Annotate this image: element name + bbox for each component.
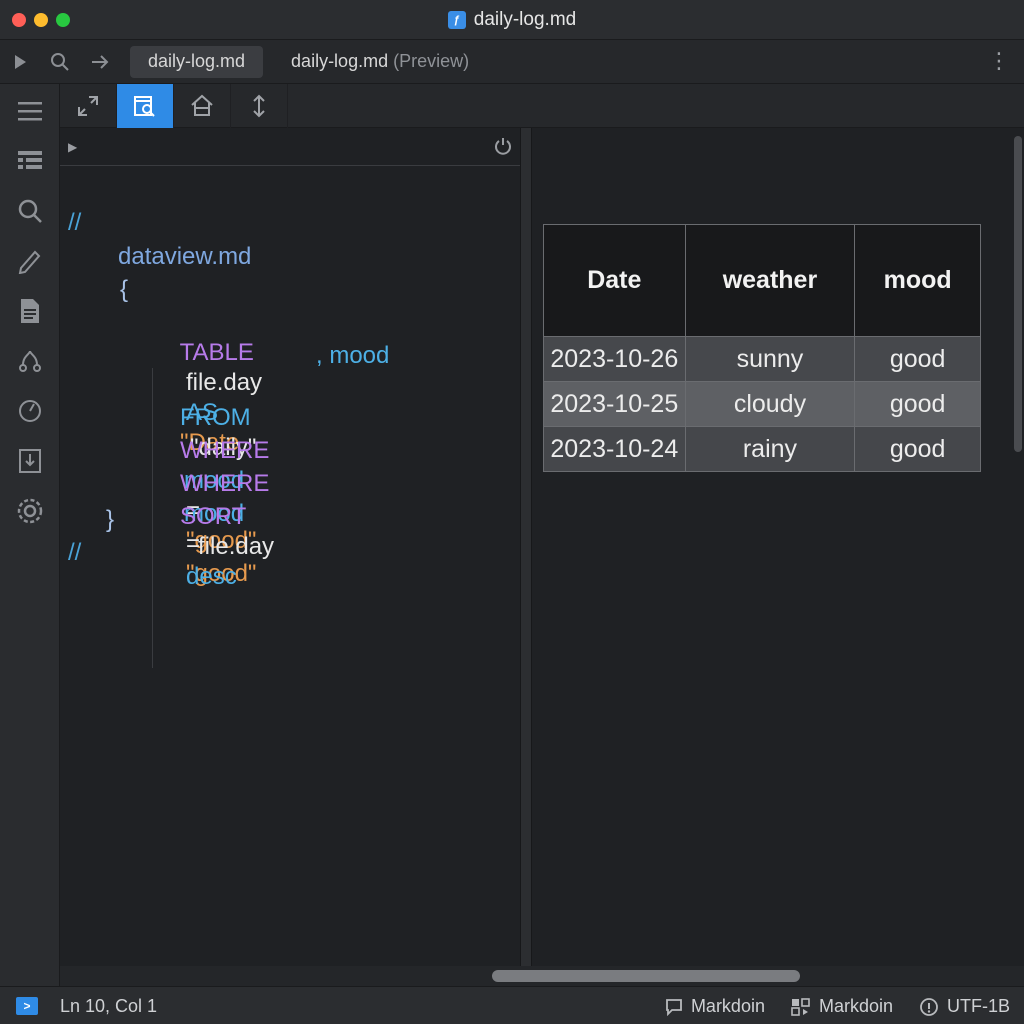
forward-arrow-icon[interactable] [80,40,120,84]
status-label: UTF-1B [947,996,1010,1016]
settings-gear-icon[interactable] [0,486,60,536]
status-right-group: Markdoin Markdoin UTF-1B [665,996,1010,1017]
keyword: desc [186,563,237,590]
explorer-list-icon[interactable] [0,136,60,186]
column-header-mood[interactable]: mood [854,224,981,337]
search-icon[interactable] [40,40,80,84]
home-icon[interactable] [174,84,231,128]
field: file.day [198,533,275,560]
minimize-window-button[interactable] [34,13,48,27]
editor-pane[interactable]: ▶ // dataview.md { TABLE file.day AS "Da… [60,128,520,966]
vertical-resize-icon[interactable] [231,84,288,128]
keyword: SORT [180,503,247,530]
tab-daily-log[interactable]: daily-log.md [130,45,264,78]
window-controls [12,13,70,27]
code-line-1: // [68,209,82,236]
status-encoding[interactable]: UTF-1B [919,996,1010,1017]
tab-daily-log-preview[interactable]: daily-log.md (Preview) [273,46,487,78]
window-title-group: ƒ daily-log.md [447,8,577,31]
horizontal-scrollbar-thumb[interactable] [492,970,800,982]
window-title: daily-log.md [473,8,577,30]
horizontal-scrollbar-track [60,966,1024,986]
git-branch-icon[interactable] [0,336,60,386]
tab-bar: daily-log.md daily-log.md (Preview) ⋮ [0,40,1024,84]
code-line-9: SORT file.day desc [140,472,274,622]
expand-icon[interactable] [60,84,117,128]
table-cell: sunny [684,336,856,382]
gauge-icon[interactable] [0,386,60,436]
code-line-3: { [120,276,129,303]
download-box-icon[interactable] [0,436,60,486]
editor-toolbar [60,84,1024,128]
table-header-row: Date weather mood [543,224,981,337]
code-area[interactable]: // dataview.md { TABLE file.day AS "Date… [60,128,520,966]
code-line-5: , mood [316,342,390,369]
table-cell: good [854,336,981,382]
more-options-icon[interactable]: ⋮ [988,50,1010,72]
close-window-button[interactable] [12,13,26,27]
pane-splitter[interactable] [520,128,532,966]
table-cell: 2023-10-25 [543,381,686,427]
column-header-weather[interactable]: weather [684,224,856,337]
run-icon[interactable] [0,40,40,84]
markdown-file-icon: ƒ [447,10,466,29]
table-cell: good [854,426,981,472]
dataview-table: Date weather mood 2023-10-26 sunny good … [543,224,981,472]
table-row: 2023-10-25 cloudy good [543,381,981,427]
column-header-date[interactable]: Date [543,224,686,337]
tab-label: daily-log.md [291,51,389,71]
info-circle-icon [920,997,938,1016]
status-bar: > Ln 10, Col 1 Markdoin Markdoin UTF-1B [0,986,1024,1024]
status-format-mode[interactable]: Markdoin [791,996,893,1017]
document-icon[interactable] [0,286,60,336]
search-icon[interactable] [0,186,60,236]
table-cell: good [854,381,981,427]
preview-search-icon[interactable] [117,84,174,128]
edit-pencil-icon[interactable] [0,236,60,286]
status-label: Markdoin [690,996,765,1016]
cursor-position[interactable]: Ln 10, Col 1 [60,996,157,1017]
blocks-icon [791,997,810,1016]
maximize-window-button[interactable] [56,13,70,27]
table-cell: rainy [684,426,856,472]
preview-pane: Date weather mood 2023-10-26 sunny good … [532,128,1024,966]
status-language-mode[interactable]: Markdoin [665,996,765,1017]
speech-bubble-icon [666,998,682,1016]
status-label: Markdoin [818,996,893,1016]
vertical-scrollbar[interactable] [1014,136,1022,452]
table-row: 2023-10-26 sunny good [543,336,981,382]
keyword: TABLE [179,339,254,366]
table-cell: cloudy [684,381,856,427]
code-line-10: } [106,506,115,533]
terminal-icon[interactable]: > [16,997,38,1015]
tab-label: daily-log.md [148,51,246,71]
table-cell: 2023-10-26 [543,336,686,382]
code-line-11: // [68,539,82,566]
activity-bar [0,84,60,986]
table-row: 2023-10-24 rainy good [543,426,981,472]
tab-suffix: (Preview) [393,51,470,71]
code-line-2: dataview.md [118,243,252,270]
menu-icon[interactable] [0,86,60,136]
table-cell: 2023-10-24 [543,426,686,472]
title-bar: ƒ daily-log.md [0,0,1024,40]
